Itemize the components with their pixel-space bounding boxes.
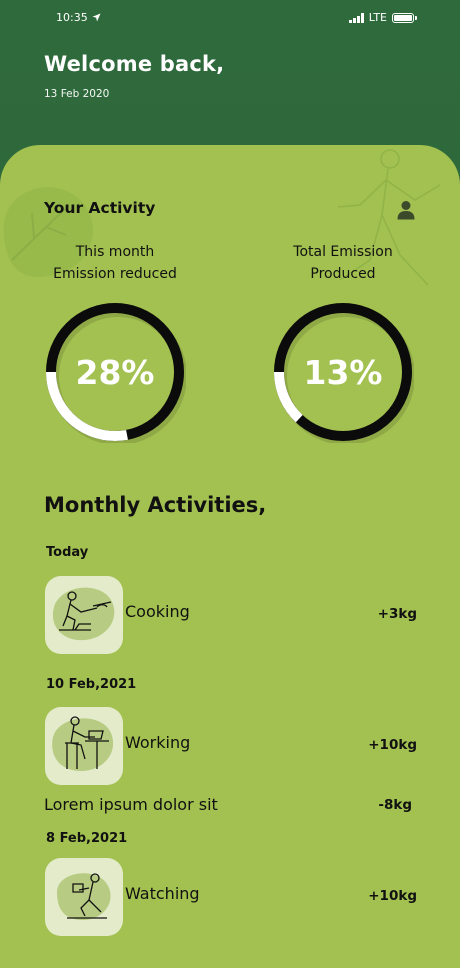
working-illustration-icon [45,707,123,785]
status-indicators: LTE [349,11,417,24]
stat-label-emission-reduced: This month Emission reduced [40,241,190,285]
status-bar: 10:35 LTE [0,0,460,36]
signal-icon [349,12,364,23]
activity-value: +10kg [368,737,417,753]
stat-label-line1: Total Emission [293,244,393,260]
activity-item-cooking[interactable]: Cooking +3kg [45,576,425,654]
ring-percent: 13% [303,352,383,392]
network-label: LTE [368,11,387,24]
header-date: 13 Feb 2020 [44,88,110,100]
emission-reduced-ring: 28% [44,301,187,445]
welcome-title: Welcome back, [44,52,225,76]
stat-label-line1: This month [75,244,155,260]
activity-item-watching[interactable]: Watching +10kg [45,858,425,936]
clock-text: 10:35 [56,11,88,24]
group-date-10-feb: 10 Feb,2021 [46,677,137,692]
card-content: Your Activity This month Emission reduce… [0,145,460,968]
activity-value: +3kg [377,606,417,622]
app-screen: 10:35 LTE Welcome back, 13 Feb 2020 Your… [0,0,460,968]
activity-name: Working [125,733,191,752]
header: Welcome back, 13 Feb 2020 [44,52,224,100]
stat-label-line2: Produced [310,266,376,282]
monthly-activities-title: Monthly Activities, [44,493,267,517]
battery-icon [392,12,417,23]
activity-name: Lorem ipsum dolor sit [44,795,218,814]
location-arrow-icon [92,13,101,22]
activity-item-lorem[interactable]: Lorem ipsum dolor sit -8kg [44,795,424,819]
group-date-8-feb: 8 Feb,2021 [46,831,128,846]
total-emission-ring: 13% [272,301,415,445]
main-card: Your Activity This month Emission reduce… [0,145,460,968]
activity-name: Watching [125,884,200,903]
activity-value: +10kg [368,888,417,904]
activity-name: Cooking [125,602,190,621]
your-activity-title: Your Activity [44,199,156,217]
ring-percent: 28% [75,352,155,392]
stat-label-total-emission: Total Emission Produced [268,241,418,285]
watching-illustration-icon [45,858,123,936]
stat-label-line2: Emission reduced [53,266,177,282]
cooking-illustration-icon [45,576,123,654]
activity-value: -8kg [378,797,412,813]
user-profile-icon[interactable] [397,200,415,220]
activity-item-working[interactable]: Working +10kg [45,707,425,785]
group-date-today: Today [46,545,89,560]
status-time: 10:35 [56,11,101,24]
